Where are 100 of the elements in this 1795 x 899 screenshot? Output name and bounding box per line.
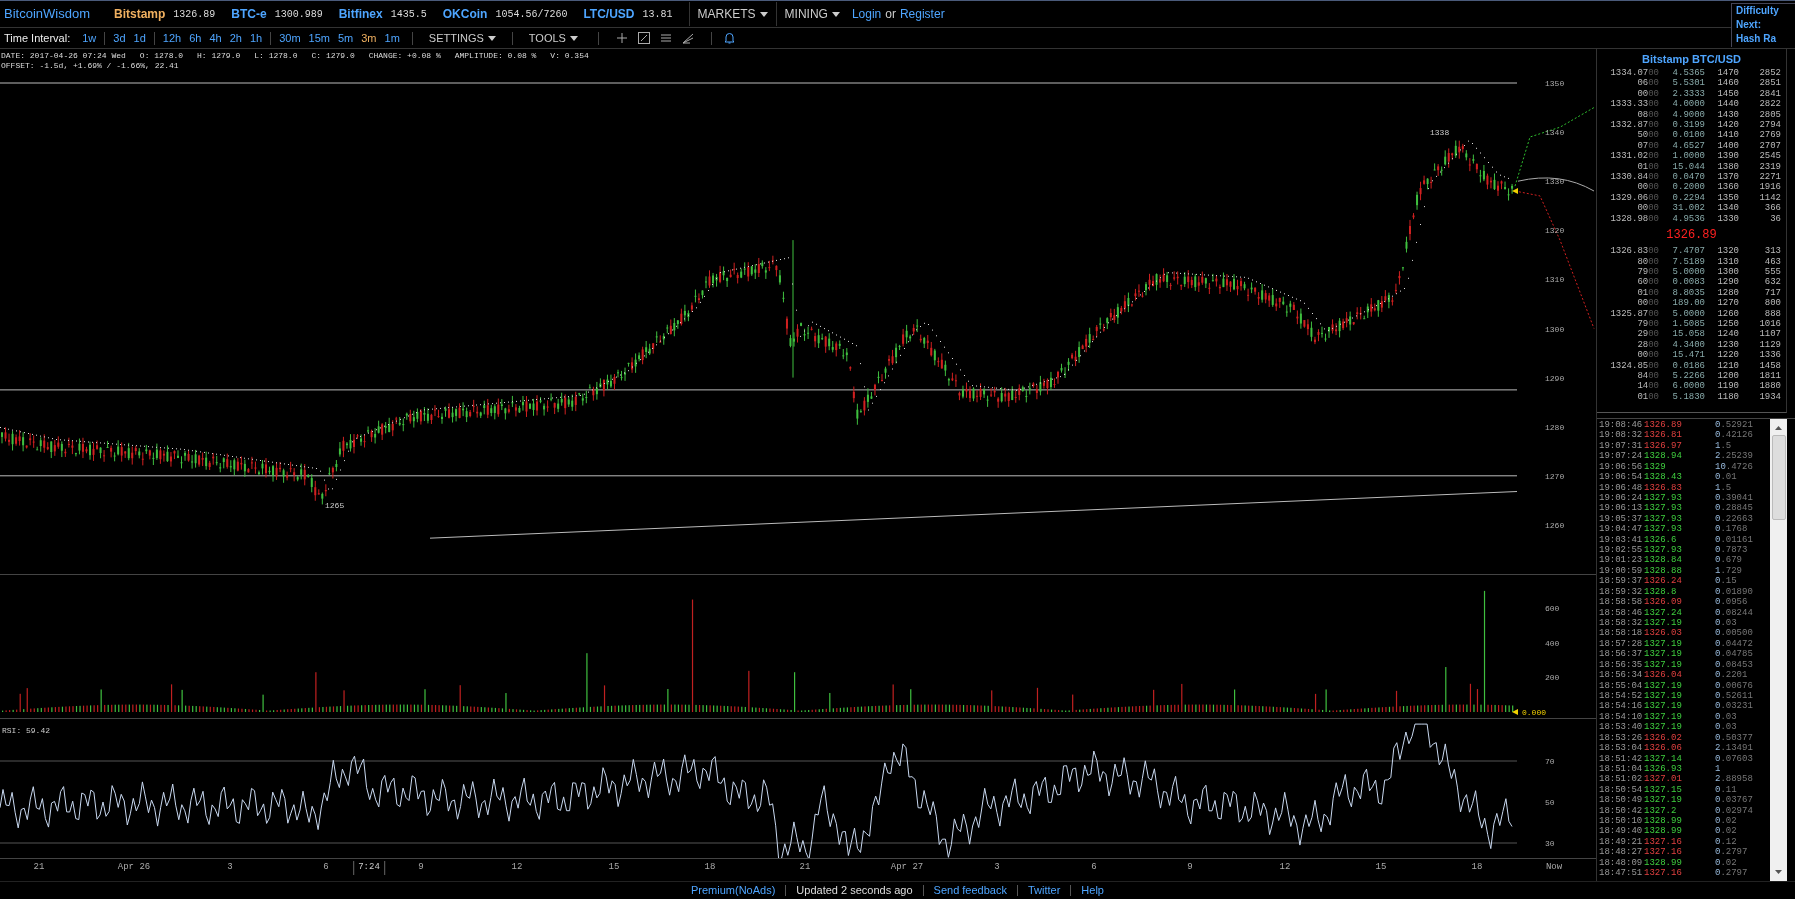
axis-label: 9 (417, 861, 425, 874)
trade-price: 1327.93 (1644, 492, 1683, 504)
cumulative-amount: 366 (1763, 203, 1781, 214)
price-level: 1300 (1716, 266, 1739, 278)
trade-time: 18:59:32 (1599, 586, 1644, 598)
ask-price: 0600 (1636, 78, 1659, 89)
interval-button[interactable]: 3m (357, 29, 381, 47)
interval-button[interactable]: 12h (158, 29, 186, 47)
trade-time: 19:06:24 (1599, 492, 1644, 504)
register-link[interactable]: Register (899, 5, 945, 23)
market-price: 1054.56/7260 (495, 7, 568, 22)
market-link[interactable]: LTC/USD (583, 5, 635, 23)
trade-amount: 0.39041 (1715, 492, 1753, 504)
login-link[interactable]: Login (851, 5, 882, 23)
interval-button[interactable]: 2h (225, 29, 246, 47)
ask-price: 2800 (1636, 339, 1659, 351)
interval-button[interactable]: 30m (275, 29, 305, 47)
interval-button[interactable]: 3d (109, 29, 130, 47)
interval-button[interactable]: 5m (333, 29, 358, 47)
trade-time: 19:07:31 (1599, 440, 1644, 452)
trade-amount: 0.2201 (1715, 670, 1748, 681)
trade-amount: 1.729 (1715, 565, 1742, 577)
menu-dropdown[interactable]: SETTINGS (420, 29, 504, 47)
market-link[interactable]: Bitfinex (338, 5, 383, 23)
logo-link[interactable]: BitcoinWisdom (0, 4, 94, 24)
trade-amount: 1 (1715, 763, 1721, 775)
trade-time: 18:51:02 (1599, 774, 1644, 785)
trade-amount: 0.52921 (1715, 420, 1753, 431)
axis-label: 1320 (1545, 226, 1565, 236)
axis-label: 400 (1545, 638, 1560, 648)
footer-link[interactable]: Send feedback (933, 882, 1007, 899)
line-tool-icon[interactable] (637, 32, 650, 44)
axis-label: 1300 (1545, 324, 1565, 334)
market-link[interactable]: OKCoin (442, 5, 488, 23)
interval-button[interactable]: 1d (129, 29, 150, 47)
interval-button[interactable]: 1h (245, 29, 267, 47)
price-level: 1180 (1716, 391, 1739, 403)
market-link[interactable]: BTC-e (231, 5, 267, 23)
trade-amount: 0.00676 (1715, 680, 1753, 691)
trade-time: 18:50:10 (1599, 816, 1644, 827)
price-level: 1240 (1716, 329, 1739, 340)
trade-amount: 0.03231 (1715, 701, 1753, 712)
trade-price: 1328.84 (1644, 555, 1683, 566)
cumulative-amount: 2271 (1758, 172, 1781, 183)
axis-label: 21 (798, 861, 812, 874)
cumulative-amount: 1916 (1758, 182, 1781, 193)
order-amount: 4.9000 (1671, 109, 1705, 121)
interval-button[interactable]: 15m (304, 29, 334, 47)
horizontal-lines-icon[interactable] (659, 32, 672, 44)
trade-time: 18:54:52 (1599, 690, 1644, 702)
order-amount: 0.3199 (1671, 120, 1705, 131)
ask-price: 1330.8400 (1609, 172, 1659, 183)
order-amount: 8.8035 (1671, 287, 1705, 299)
axis-label: 1260 (1545, 520, 1565, 530)
market-link[interactable]: Bitstamp (113, 5, 166, 23)
interval-button[interactable]: 1w (78, 29, 101, 47)
interval-button[interactable]: 6h (185, 29, 206, 47)
trade-amount: 0.2797 (1715, 847, 1748, 858)
trade-amount: 0.01161 (1715, 534, 1753, 546)
trade-time: 18:56:37 (1599, 649, 1644, 660)
order-amount: 189.00 (1671, 298, 1705, 309)
footer-link[interactable]: Twitter (1027, 882, 1061, 899)
ask-price: 0100 (1636, 161, 1659, 173)
footer-link[interactable]: Premium(NoAds) (691, 882, 776, 899)
trade-amount: 0.42126 (1715, 430, 1753, 441)
trade-amount: 0.0956 (1715, 597, 1748, 608)
trade-price: 1327.93 (1644, 503, 1683, 514)
trade-price: 1327.93 (1644, 524, 1683, 535)
cumulative-amount: 717 (1763, 287, 1781, 299)
trade-amount: 0.50377 (1715, 732, 1753, 744)
bell-icon[interactable] (723, 32, 735, 44)
scroll-thumb[interactable] (1771, 435, 1786, 520)
cumulative-amount: 1129 (1758, 339, 1781, 351)
plus-icon[interactable] (615, 32, 628, 44)
cumulative-amount: 2794 (1758, 120, 1781, 131)
interval-button[interactable]: 1m (380, 29, 404, 47)
trade-time: 18:49:21 (1599, 836, 1644, 848)
footer-link[interactable]: Help (1081, 882, 1104, 899)
scrollbar[interactable] (1770, 419, 1787, 881)
trade-time: 19:08:46 (1599, 420, 1644, 431)
trade-amount: 2.13491 (1715, 743, 1753, 754)
menu-dropdown[interactable]: TOOLS (520, 29, 586, 47)
menu-dropdown[interactable]: MINING (775, 2, 848, 26)
order-amount: 15.058 (1671, 329, 1705, 340)
trade-time: 18:58:58 (1599, 597, 1644, 608)
menu-dropdown[interactable]: MARKETS (688, 2, 776, 26)
offset-text: OFFSET: -1.5d, +1.69% / -1.66%, 22.41 (0, 61, 180, 71)
order-amount: 0.0083 (1671, 277, 1705, 288)
fan-tool-icon[interactable] (681, 32, 694, 44)
ohlc-text: AMPLITUDE: 0.08 % (454, 51, 537, 61)
trade-amount: 0.01890 (1715, 586, 1753, 598)
order-amount: 1.0000 (1671, 151, 1705, 162)
market-price: 13.81 (642, 7, 673, 22)
order-amount: 0.2294 (1671, 192, 1705, 204)
axis-label: 200 (1545, 673, 1560, 683)
info-label: Next: (1736, 18, 1762, 32)
price-level: 1220 (1716, 350, 1739, 361)
interval-button[interactable]: 4h (205, 29, 226, 47)
trade-price: 1327.19 (1644, 680, 1683, 691)
cumulative-amount: 1016 (1758, 318, 1781, 330)
